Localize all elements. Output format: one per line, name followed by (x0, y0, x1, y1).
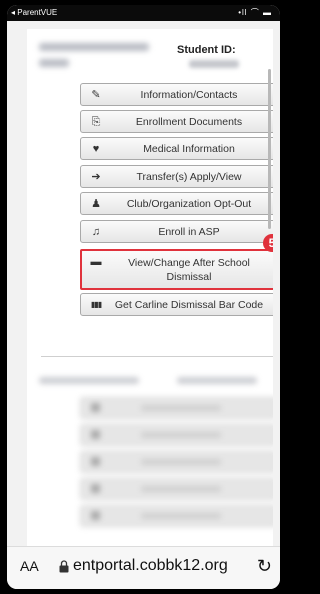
step-highlight-box (80, 249, 273, 290)
button-label: Enroll in ASP (158, 225, 220, 238)
button-label: Medical Information (143, 142, 235, 155)
second-student-redacted (27, 369, 273, 549)
back-to-app-link[interactable]: ◂ ParentVUE (11, 8, 57, 17)
status-bar: ◂ ParentVUE •ll ⌒ ▬ (7, 5, 280, 21)
student-id-redacted (189, 60, 239, 68)
button-label: Transfer(s) Apply/View (136, 170, 242, 183)
url-text[interactable]: entportal.cobbk12.org (73, 557, 228, 575)
button-label: Get Carline Dismissal Bar Code (114, 298, 264, 311)
heartbeat-icon: ♥ (92, 143, 100, 155)
section-divider (41, 356, 273, 357)
enrollment-documents-button[interactable]: ⎘ Enrollment Documents (80, 110, 273, 133)
scrollbar[interactable] (268, 69, 271, 229)
button-label: Information/Contacts (140, 88, 238, 101)
button-label: Club/Organization Opt-Out (126, 197, 252, 210)
documents-icon: ⎘ (91, 116, 101, 128)
text-size-button[interactable]: AA (20, 558, 39, 574)
arrow-icon: ➔ (91, 171, 101, 183)
enroll-in-asp-button[interactable]: ♫ Enroll in ASP (80, 220, 273, 243)
barcode-icon: ▮▮▮ (90, 300, 102, 309)
phone-screen: ◂ ParentVUE •ll ⌒ ▬ Student ID: ✎ Inform… (7, 5, 280, 589)
student-name-redacted (39, 43, 149, 77)
browser-address-bar[interactable]: AA entportal.cobbk12.org ↻ (7, 546, 280, 589)
medical-information-button[interactable]: ♥ Medical Information (80, 137, 273, 160)
button-label: Enrollment Documents (135, 115, 243, 128)
student-id-label: Student ID: (177, 44, 236, 56)
reload-icon[interactable]: ↻ (257, 556, 272, 577)
lock-icon (59, 560, 69, 573)
transfers-apply-view-button[interactable]: ➔ Transfer(s) Apply/View (80, 165, 273, 188)
information-contacts-button[interactable]: ✎ Information/Contacts (80, 83, 273, 106)
person-icon: ♟ (91, 198, 101, 210)
page-content: Student ID: ✎ Information/Contacts ⎘ Enr… (27, 29, 273, 549)
club-organization-opt-out-button[interactable]: ♟ Club/Organization Opt-Out (80, 192, 273, 215)
pencil-icon: ✎ (91, 89, 101, 101)
signal-indicators: •ll ⌒ ▬ (238, 8, 272, 17)
get-carline-dismissal-bar-code-button[interactable]: ▮▮▮ Get Carline Dismissal Bar Code (80, 293, 273, 316)
bell-icon: ♫ (91, 226, 101, 238)
